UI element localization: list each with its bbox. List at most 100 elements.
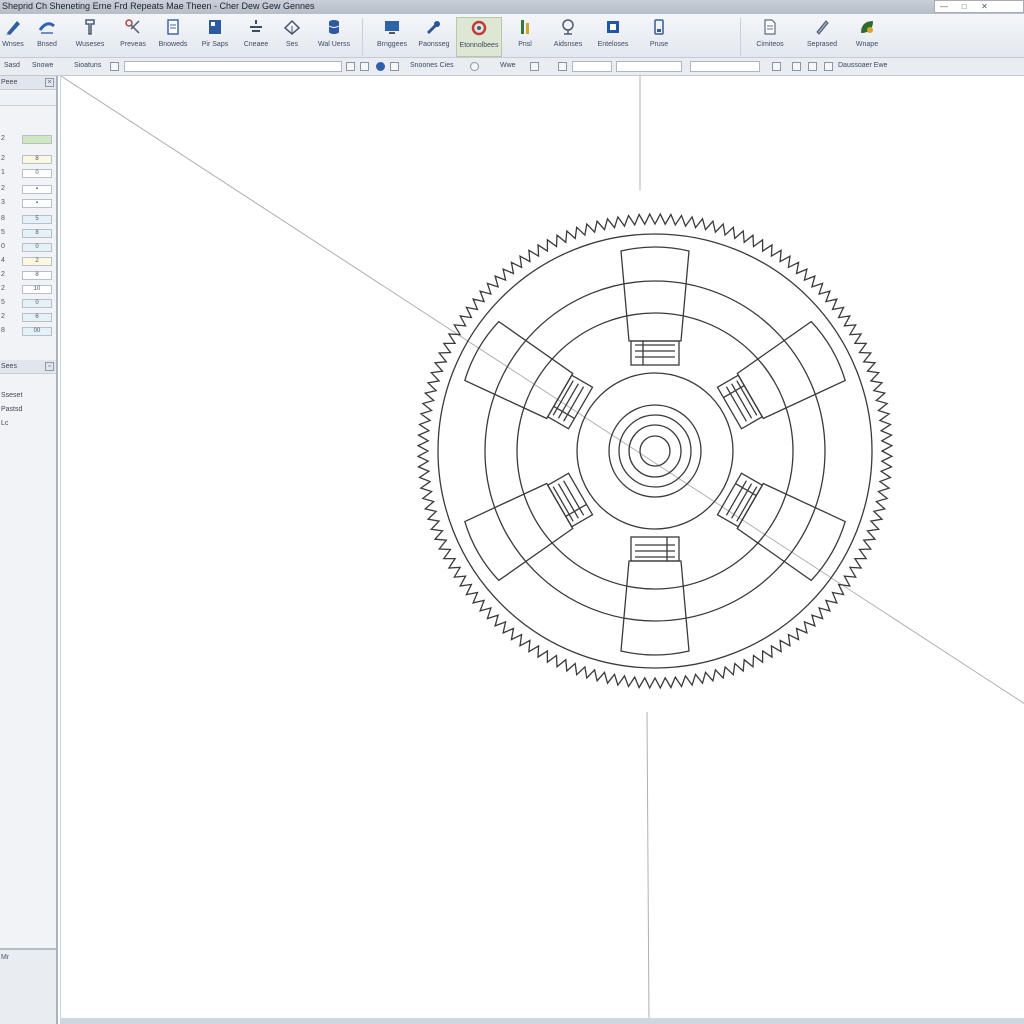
options-label[interactable]: Sioatuns: [74, 62, 101, 69]
window-title: Sheprid Ch Sheneting Erne Frd Repeats Ma…: [2, 1, 315, 11]
property-row: 00: [0, 242, 56, 253]
pencil-icon: [6, 21, 20, 35]
command-input[interactable]: [124, 61, 342, 72]
ribbon-button-8[interactable]: Wal Uerss: [312, 17, 356, 57]
properties-panel: Peee × 2 28 10 2 ▪ 3 ▪ 85 58 00 42 28 2 10 …: [0, 76, 58, 1024]
page-icon: [764, 19, 776, 35]
options-icon[interactable]: [360, 62, 369, 71]
option-field[interactable]: [690, 61, 760, 72]
ribbon-button-14[interactable]: Enteloses: [592, 17, 634, 57]
option-field[interactable]: [616, 61, 682, 72]
bore-circle: [618, 414, 692, 488]
tool-icon: [85, 19, 95, 35]
ribbon-separator: [362, 18, 363, 56]
database-icon: [328, 20, 340, 34]
minimize-button[interactable]: —: [938, 2, 950, 11]
title-bar: Sheprid Ch Sheneting Erne Frd Repeats Ma…: [0, 0, 1024, 14]
triangle-icon: [283, 19, 301, 35]
ribbon-button-6[interactable]: Cneaee: [238, 17, 274, 57]
property-row: 28: [0, 270, 56, 281]
leaf-icon: [861, 21, 873, 33]
lock-icon[interactable]: [824, 62, 833, 71]
ribbon-button-16[interactable]: Cimiteos: [750, 17, 790, 57]
ribbon-button-13[interactable]: Aidsnses: [548, 17, 588, 57]
options-icon[interactable]: [792, 62, 801, 71]
ribbon-button-3[interactable]: Preveas: [116, 17, 150, 57]
tree-item[interactable]: Sseset: [1, 392, 22, 399]
middle-ring-circle: [516, 312, 794, 590]
ribbon-button-0[interactable]: Wnses: [0, 17, 26, 57]
tree-item[interactable]: Pastsd: [1, 406, 22, 413]
options-icon[interactable]: [390, 62, 399, 71]
ribbon-toolbar: Wnses Bnsed Wuseses Preveas Bnoweds Pir …: [0, 14, 1024, 58]
property-row: 42: [0, 256, 56, 267]
gear-teeth-outline: [416, 212, 894, 690]
spoke: [620, 246, 690, 366]
dropdown-arrow-icon[interactable]: [110, 62, 119, 71]
property-row: 50: [0, 298, 56, 309]
gear-part[interactable]: [416, 212, 894, 690]
hub-circle: [576, 372, 734, 530]
scissors-icon: [125, 19, 140, 34]
ribbon-button-12[interactable]: Pnsl: [512, 17, 538, 57]
options-icon[interactable]: [558, 62, 567, 71]
options-label[interactable]: Daussoaer Ewe: [838, 62, 887, 69]
panel-icon: [209, 20, 221, 34]
options-label[interactable]: Snoones Cies: [410, 62, 454, 69]
ribbon-separator: [740, 18, 741, 56]
tree-item[interactable]: Lc: [1, 420, 8, 427]
close-icon[interactable]: ×: [45, 78, 54, 87]
property-row: 2: [0, 134, 56, 145]
print-icon[interactable]: [772, 62, 781, 71]
tools-icon: [426, 21, 440, 35]
record-icon[interactable]: [470, 62, 479, 71]
ribbon-button-10[interactable]: Paonsseg: [414, 17, 454, 57]
spoke-blade: [620, 246, 690, 342]
property-row: 8 00: [0, 326, 56, 337]
panel-bottom-section: Mr: [0, 948, 56, 1024]
property-row: 26: [0, 312, 56, 323]
property-row: 10: [0, 168, 56, 179]
ribbon-button-4[interactable]: Bnoweds: [154, 17, 192, 57]
options-icon[interactable]: [530, 62, 539, 71]
spoke-blade: [620, 560, 690, 656]
property-row: 3 ▪: [0, 198, 56, 209]
spoke-clamp: [716, 374, 764, 430]
ribbon-button-11[interactable]: Etonnolbees: [456, 17, 502, 57]
ribbon-button-5[interactable]: Pir Saps: [196, 17, 234, 57]
options-bar: Sasd Snowe Sioatuns Snoones Cies Wwe Dau…: [0, 58, 1024, 76]
search-icon[interactable]: [346, 62, 355, 71]
property-row: 2 ▪: [0, 184, 56, 195]
curve-icon: [38, 22, 55, 34]
ribbon-button-1[interactable]: Bnsed: [30, 17, 64, 57]
options-icon[interactable]: [808, 62, 817, 71]
outer-ring-circle: [484, 280, 826, 622]
drawing-canvas[interactable]: [60, 76, 1024, 1024]
ribbon-button-2[interactable]: Wuseses: [70, 17, 110, 57]
panel-section-header: Sees ▫: [0, 360, 56, 374]
property-row: 28: [0, 154, 56, 165]
bars-icon: [521, 20, 529, 34]
options-icon[interactable]: ▫: [45, 362, 54, 371]
options-label[interactable]: Snowe: [32, 62, 53, 69]
close-button[interactable]: ✕: [978, 2, 990, 11]
property-row: 2 10: [0, 284, 56, 295]
panel-header: Peee ×: [0, 76, 56, 90]
option-field[interactable]: [572, 61, 612, 72]
ribbon-button-18[interactable]: Wnape: [852, 17, 882, 57]
ribbon-button-9[interactable]: Brnggees: [372, 17, 412, 57]
phone-icon: [654, 19, 664, 35]
ribbon-button-17[interactable]: Seprased: [802, 17, 842, 57]
drawing-svg: [61, 76, 1024, 1024]
options-label[interactable]: Wwe: [500, 62, 516, 69]
spoke: [620, 536, 690, 656]
spoke-clamp: [546, 374, 594, 430]
ribbon-button-15[interactable]: Pruse: [646, 17, 672, 57]
property-row: 85: [0, 214, 56, 225]
spoke-blade: [464, 482, 574, 582]
spokes-group: [464, 246, 846, 656]
maximize-button[interactable]: □: [958, 2, 970, 11]
options-label: Sasd: [4, 62, 20, 69]
globe-icon[interactable]: [376, 62, 385, 71]
ribbon-button-7[interactable]: Ses: [278, 17, 306, 57]
